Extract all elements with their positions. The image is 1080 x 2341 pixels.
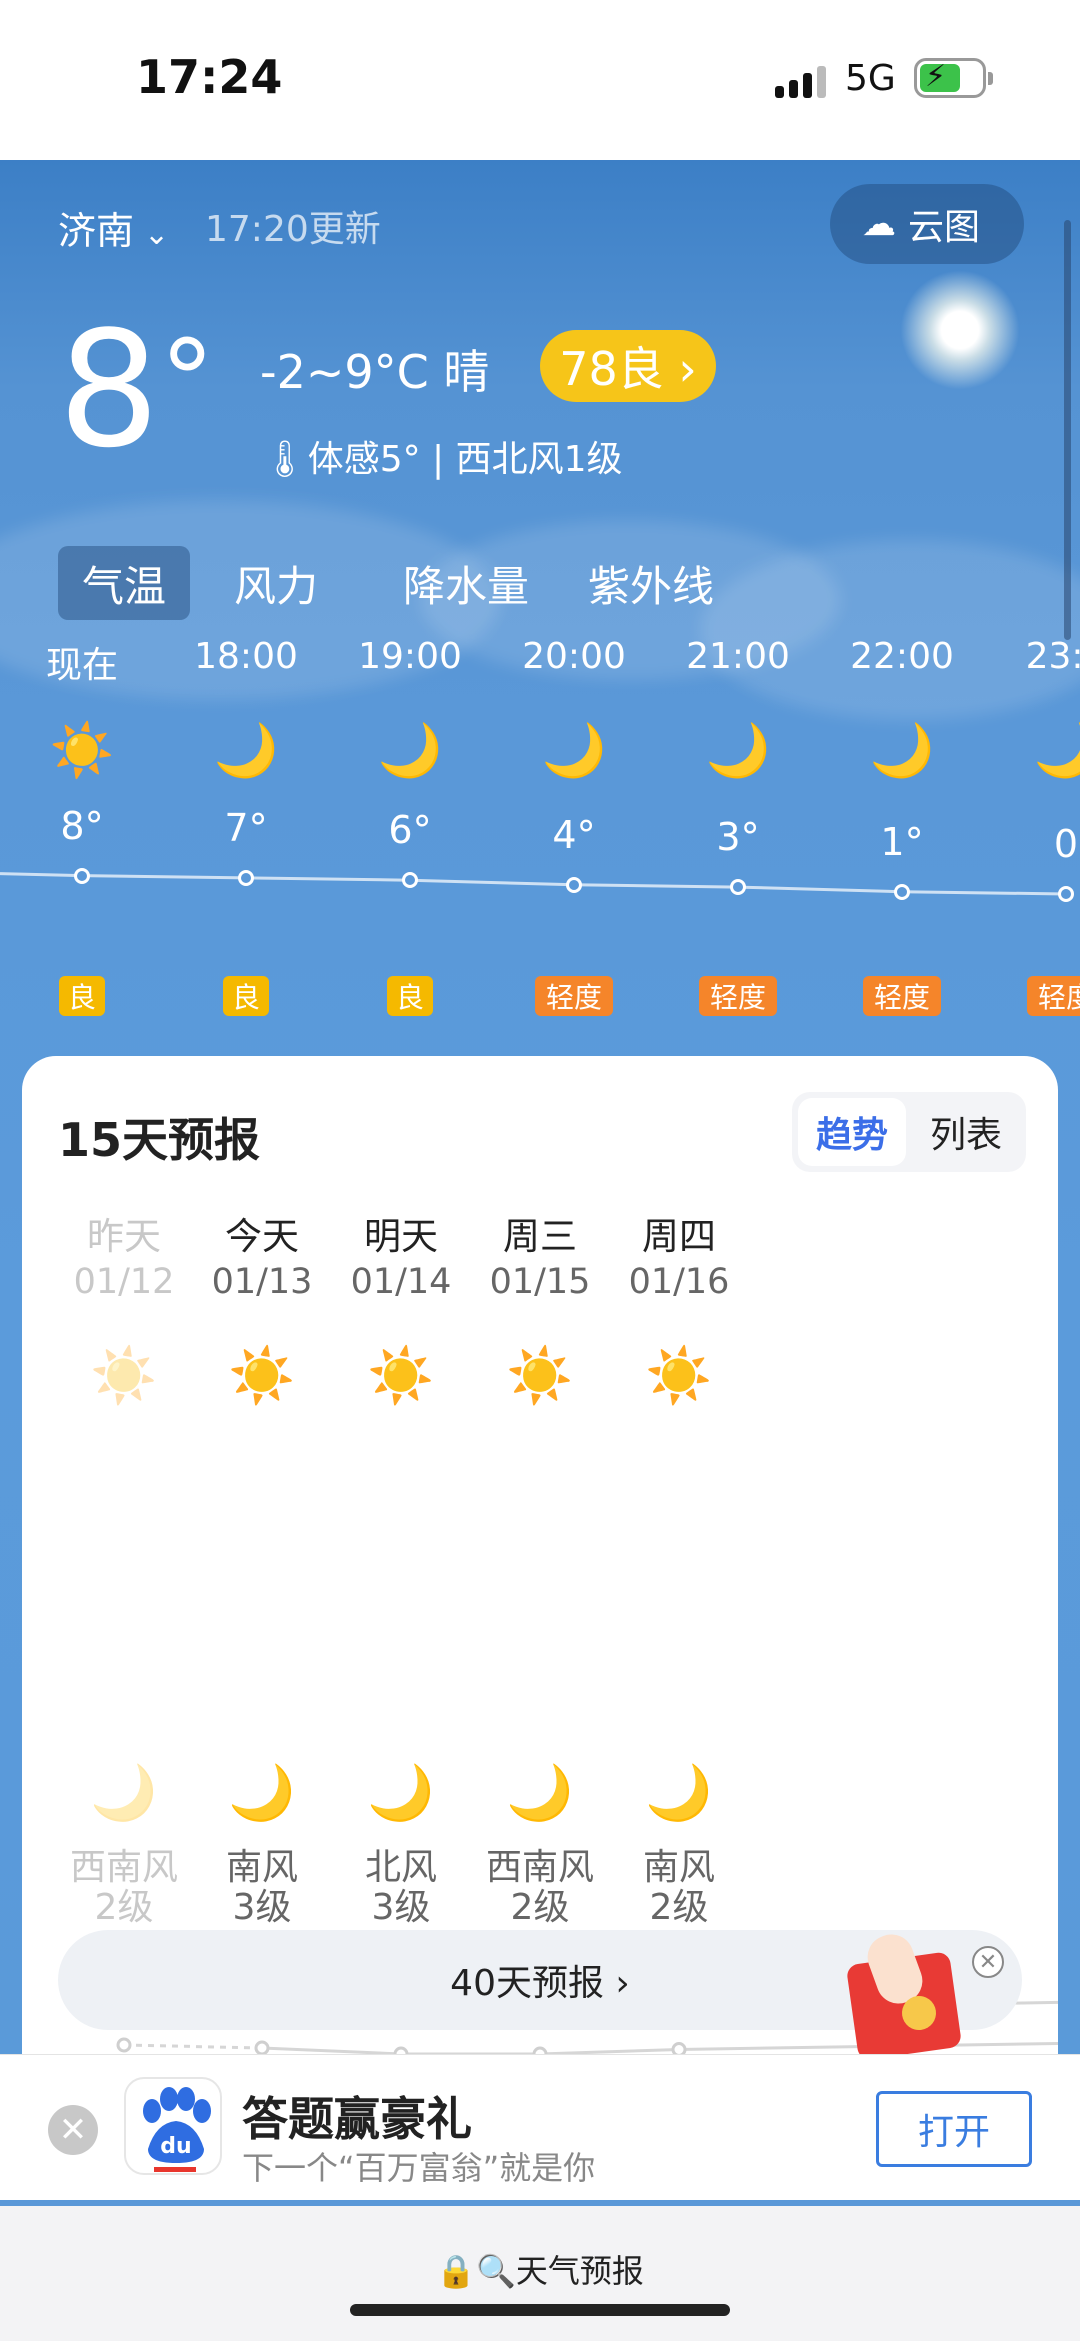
battery-icon: ⚡	[914, 58, 993, 98]
hour-aqi-badge: 良	[59, 976, 105, 1016]
hour-temp: 8°	[60, 803, 104, 848]
update-time: 17:20更新	[205, 209, 381, 250]
network-label: 5G	[845, 58, 896, 99]
ad-close-icon[interactable]: ✕	[48, 2105, 98, 2155]
day-column[interactable]: 周四 01/16 ☀️ 🌙 南风 2级	[579, 1206, 779, 1928]
scrollbar[interactable]	[1064, 220, 1071, 640]
hour-temp-point	[238, 869, 254, 886]
hour-aqi-badge: 轻度	[1027, 976, 1080, 1016]
hour-aqi-badge: 轻度	[535, 976, 613, 1016]
hour-aqi-badge: 轻度	[699, 976, 777, 1016]
cloud-map-button[interactable]: ☁ 云图	[830, 184, 1024, 264]
ad-title: 答题赢豪礼	[242, 2092, 472, 2146]
tab-wind[interactable]: 风力	[206, 546, 346, 620]
metric-tabs: 气温 风力 降水量 紫外线	[58, 546, 1038, 620]
hour-column: 21:00 🌙 3°	[656, 636, 820, 859]
moon-icon: 🌙	[541, 721, 607, 781]
close-icon[interactable]: ✕	[972, 1946, 1004, 1978]
weather-app: { "status_bar": {"time": "17:24", "netwo…	[0, 0, 1080, 2341]
hour-temp-point	[730, 879, 746, 896]
hour-time: 23:0	[1025, 636, 1080, 677]
day-wind: 南风	[642, 1847, 715, 1888]
city-name: 济南	[58, 209, 135, 253]
hour-temp-point	[1058, 886, 1074, 902]
hour-temp: 7°	[224, 805, 268, 850]
hour-temp: 0	[1053, 822, 1079, 866]
lock-icon: 🔒	[436, 2252, 476, 2290]
hour-time: 20:00	[522, 636, 626, 677]
hour-time: 22:00	[850, 636, 954, 677]
hour-temp: 6°	[388, 808, 432, 853]
baidu-logo: du	[124, 2077, 222, 2175]
hour-temp-point	[566, 876, 582, 893]
chevron-down-icon: ⌄	[144, 217, 170, 252]
ad-subtitle: 下一个“百万富翁”就是你	[242, 2149, 596, 2187]
degree-symbol: °	[159, 316, 215, 444]
tab-temperature[interactable]: 气温	[58, 546, 190, 620]
cloud-map-label: 云图	[908, 207, 981, 248]
hour-time: 18:00	[194, 636, 298, 677]
hour-column: 20:00 🌙 4°	[492, 636, 656, 857]
day-low-point	[254, 2040, 270, 2056]
forecast-title: 15天预报	[58, 1113, 261, 1167]
hour-time: 21:00	[686, 636, 790, 677]
hourly-forecast[interactable]: 现在 ☀️ 8° 良 18:00 🌙 7° 良 19:00 🌙 6° 良 20:00 🌙 4° 轻度 21:00…	[0, 636, 1080, 1036]
feels-like-wind: 🌡体感5° | 西北风1级	[262, 439, 623, 480]
day-wind-level: 2级	[649, 1887, 709, 1928]
moon-icon: 🌙	[869, 721, 935, 781]
hour-aqi-badge: 良	[387, 976, 433, 1016]
temp-range-condition: -2~9°C 晴	[260, 345, 490, 399]
day-low-point	[116, 2037, 132, 2053]
hour-column: 22:00 🌙 1°	[820, 636, 984, 864]
home-indicator	[350, 2304, 730, 2316]
hour-temp: 4°	[552, 812, 596, 857]
red-packet-icon[interactable]	[845, 1918, 966, 2061]
aqi-badge[interactable]: 78良 ›	[540, 330, 716, 402]
sun-graphic	[900, 270, 1020, 390]
tab-precipitation[interactable]: 降水量	[376, 546, 556, 620]
hour-column: 23:0 🌙 0	[984, 636, 1080, 866]
hour-time: 19:00	[358, 636, 462, 677]
day-date: 01/16	[628, 1262, 730, 1302]
hour-temp-point	[894, 883, 910, 900]
hour-time: 现在	[45, 645, 118, 686]
moon-icon: 🌙	[645, 1761, 713, 1824]
hour-column: 18:00 🌙 7°	[164, 636, 328, 850]
city-selector[interactable]: 济南 ⌄	[58, 200, 169, 255]
tab-uv[interactable]: 紫外线	[546, 546, 756, 620]
baidu-logo-text: du	[160, 2134, 191, 2159]
hour-temp: 1°	[880, 819, 924, 864]
temp-trend-segment	[123, 2043, 263, 2050]
moon-icon: 🌙	[377, 721, 443, 781]
trend-view-button[interactable]: 趋势	[798, 1098, 906, 1166]
address-text: 天气预报	[515, 2252, 644, 2290]
status-time: 17:24	[136, 50, 283, 104]
moon-icon: 🌙	[213, 721, 279, 781]
hour-column: 现在 ☀️ 8°	[0, 636, 164, 848]
sun-icon: ☀️	[645, 1344, 713, 1407]
view-toggle: 趋势 列表	[792, 1092, 1026, 1172]
ad-banner[interactable]: ✕ du 答题赢豪礼 下一个“百万富翁”就是你 打开	[0, 2054, 1080, 2204]
moon-icon: 🌙	[1033, 721, 1080, 781]
cloud-map-icon: ☁	[862, 204, 896, 244]
signal-icon	[775, 64, 829, 98]
hour-temp: 3°	[716, 815, 760, 860]
address-bar[interactable]: 🔒🔍天气预报	[0, 2206, 1080, 2341]
moon-icon: 🌙	[705, 721, 771, 781]
search-icon: 🔍	[475, 2252, 516, 2290]
thermometer-icon: 🌡	[262, 439, 308, 480]
current-temp-value: 8	[58, 296, 160, 483]
hour-aqi-badge: 良	[223, 976, 269, 1016]
hour-temp-point	[74, 867, 90, 884]
list-view-button[interactable]: 列表	[912, 1098, 1020, 1166]
sun-icon: ☀️	[49, 721, 115, 781]
current-temperature: 8°	[58, 310, 215, 470]
hour-aqi-badge: 轻度	[863, 976, 941, 1016]
ad-open-button[interactable]: 打开	[876, 2091, 1032, 2167]
status-bar: 17:24 5G ⚡	[0, 0, 1080, 160]
hour-column: 19:00 🌙 6°	[328, 636, 492, 852]
day-name: 周四	[642, 1215, 716, 1258]
